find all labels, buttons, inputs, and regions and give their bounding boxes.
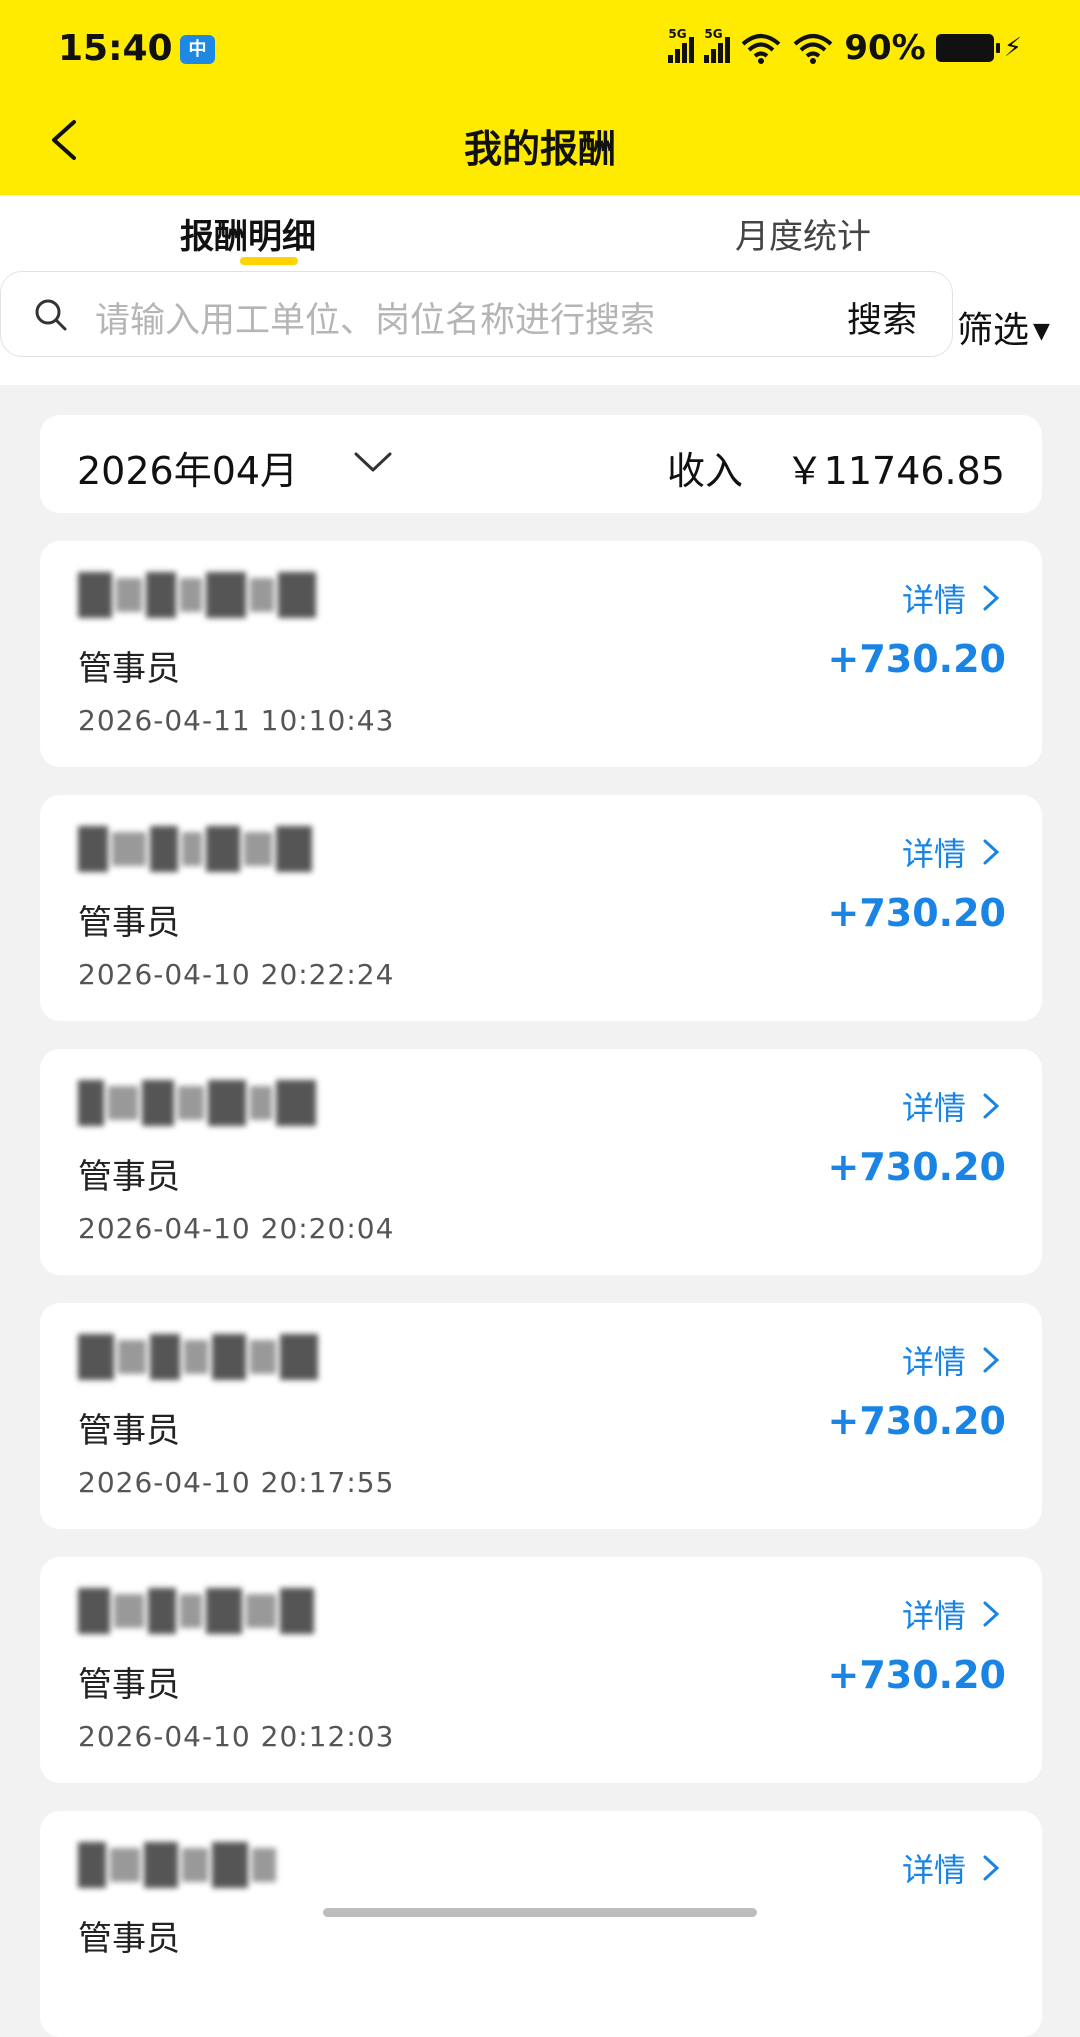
- home-indicator[interactable]: [323, 1908, 757, 1917]
- filter-label: 筛选: [957, 310, 1030, 351]
- app-header: 15:40 中 5G 5G 90% ⚡ 我的报酬: [0, 0, 1080, 195]
- chevron-right-icon: [983, 839, 1000, 865]
- chevron-down-icon[interactable]: [352, 448, 394, 476]
- chevron-right-icon: [983, 1347, 1000, 1373]
- detail-link[interactable]: 详情: [902, 575, 1002, 621]
- battery-icon: [935, 34, 1000, 62]
- month-selector[interactable]: 2026年04月: [77, 440, 298, 495]
- status-time: 15:40: [58, 28, 173, 69]
- job-role: 管事员: [78, 1411, 180, 1451]
- charging-icon: ⚡: [1003, 33, 1022, 63]
- wifi-icon: [742, 34, 781, 64]
- employer-name-redacted: [78, 568, 348, 622]
- employer-name-redacted: [78, 1330, 348, 1384]
- chevron-right-icon: [983, 1601, 1000, 1627]
- earning-record-card[interactable]: 管事员 详情: [40, 1811, 1042, 2037]
- tab-active-indicator: [240, 257, 298, 265]
- signal-icon: 5G: [704, 27, 731, 63]
- chevron-right-icon: [983, 1093, 1000, 1119]
- employer-name-redacted: [78, 1076, 348, 1130]
- job-role: 管事员: [78, 1919, 180, 1959]
- record-amount: +730.20: [827, 891, 1006, 935]
- record-time: 2026-04-10 20:22:24: [78, 958, 395, 991]
- job-role: 管事员: [78, 1665, 180, 1705]
- caret-down-icon: ▼: [1033, 319, 1050, 344]
- chevron-right-icon: [983, 585, 1000, 611]
- record-time: 2026-04-10 20:20:04: [78, 1212, 395, 1245]
- job-role: 管事员: [78, 1157, 180, 1197]
- tab-monthly-stats[interactable]: 月度统计: [735, 209, 871, 258]
- detail-link[interactable]: 详情: [902, 1337, 1002, 1383]
- employer-name-redacted: [78, 1584, 348, 1638]
- job-role: 管事员: [78, 903, 180, 943]
- record-amount: +730.20: [827, 1653, 1006, 1697]
- detail-link[interactable]: 详情: [902, 829, 1002, 875]
- income-value: ￥11746.85: [785, 449, 1005, 493]
- page-title: 我的报酬: [463, 127, 616, 171]
- earning-record-card[interactable]: 管事员 2026-04-10 20:20:04 详情 +730.20: [40, 1049, 1042, 1275]
- detail-link[interactable]: 详情: [902, 1083, 1002, 1129]
- detail-label: 详情: [901, 581, 966, 619]
- detail-link[interactable]: 详情: [902, 1591, 1002, 1637]
- detail-label: 详情: [901, 1089, 966, 1127]
- record-time: 2026-04-10 20:12:03: [78, 1720, 395, 1753]
- tab-earnings-detail[interactable]: 报酬明细: [180, 209, 316, 258]
- earning-record-card[interactable]: 管事员 2026-04-11 10:10:43 详情 +730.20: [40, 541, 1042, 767]
- filter-button[interactable]: 筛选 ▼: [957, 301, 1050, 353]
- month-summary-bar: 2026年04月 收入 ￥11746.85: [40, 415, 1042, 513]
- search-icon: [35, 299, 67, 331]
- search-button[interactable]: 搜索: [847, 292, 917, 343]
- detail-link[interactable]: 详情: [902, 1845, 1002, 1891]
- status-indicators: 5G 5G 90% ⚡: [668, 26, 1022, 70]
- chevron-right-icon: [983, 1855, 1000, 1881]
- employer-name-redacted: [78, 1838, 348, 1892]
- signal-icon: 5G: [668, 27, 695, 63]
- detail-label: 详情: [901, 1597, 966, 1635]
- record-amount: +730.20: [827, 637, 1006, 681]
- app-badge-icon: 中: [180, 35, 215, 64]
- search-box: 请输入用工单位、岗位名称进行搜索 搜索: [0, 271, 953, 357]
- earning-record-card[interactable]: 管事员 2026-04-10 20:22:24 详情 +730.20: [40, 795, 1042, 1021]
- earning-record-card[interactable]: 管事员 2026-04-10 20:12:03 详情 +730.20: [40, 1557, 1042, 1783]
- tab-and-search-area: 报酬明细 月度统计 请输入用工单位、岗位名称进行搜索 搜索 筛选 ▼: [0, 195, 1080, 385]
- record-amount: +730.20: [827, 1399, 1006, 1443]
- battery-percent: 90%: [844, 28, 926, 68]
- detail-label: 详情: [901, 1851, 966, 1889]
- earning-record-card[interactable]: 管事员 2026-04-10 20:17:55 详情 +730.20: [40, 1303, 1042, 1529]
- job-role: 管事员: [78, 649, 180, 689]
- record-time: 2026-04-11 10:10:43: [78, 704, 395, 737]
- search-input[interactable]: 请输入用工单位、岗位名称进行搜索: [95, 292, 813, 343]
- wifi-icon: [794, 34, 833, 64]
- record-time: 2026-04-10 20:17:55: [78, 1466, 395, 1499]
- income-label: 收入: [667, 449, 744, 493]
- employer-name-redacted: [78, 822, 348, 876]
- record-amount: +730.20: [827, 1145, 1006, 1189]
- detail-label: 详情: [901, 1343, 966, 1381]
- detail-label: 详情: [901, 835, 966, 873]
